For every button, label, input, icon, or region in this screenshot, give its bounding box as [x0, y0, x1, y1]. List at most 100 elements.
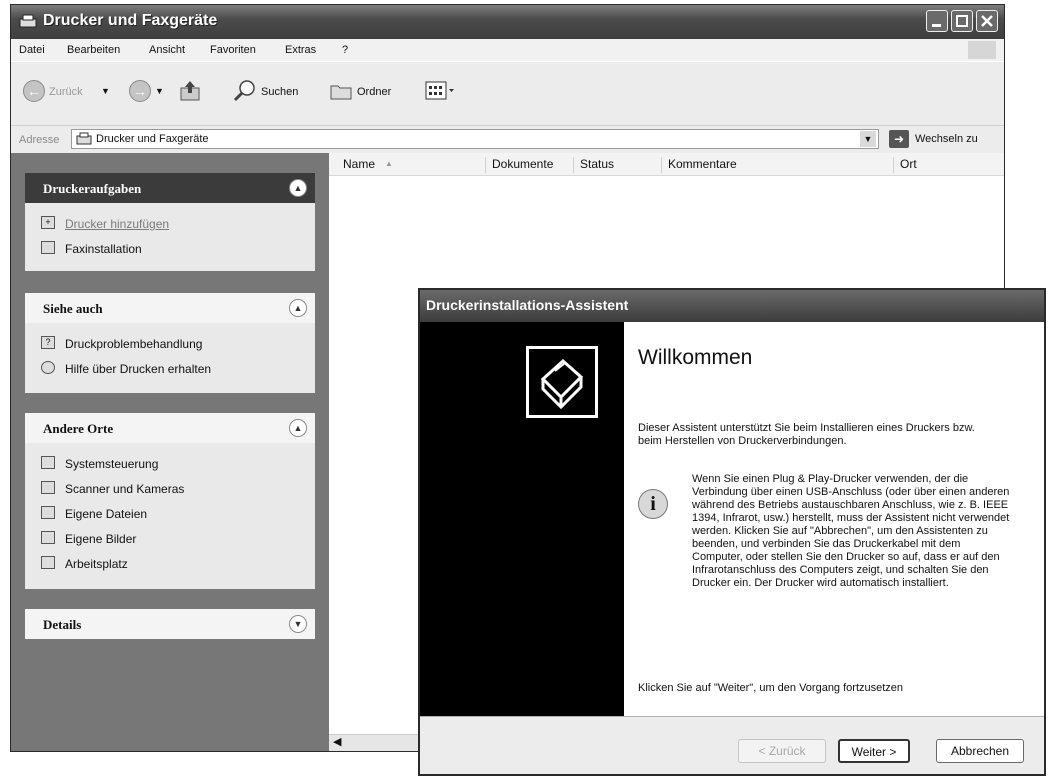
printer-wizard-dialog: Druckerinstallations-Assistent Willkomme…	[418, 288, 1046, 776]
menu-bar: Datei Bearbeiten Ansicht Favoriten Extra…	[11, 39, 1004, 61]
help-icon: ?	[41, 336, 55, 349]
place-my-pictures[interactable]: Eigene Bilder	[25, 526, 315, 551]
place-control-panel-label[interactable]: Systemsteuerung	[65, 457, 158, 471]
column-name[interactable]: Name	[337, 157, 375, 173]
cancel-button[interactable]: Abbrechen	[936, 739, 1024, 763]
forward-dropdown-icon[interactable]: ▼	[155, 86, 164, 96]
folders-icon	[330, 85, 352, 100]
task-troubleshoot[interactable]: ? Druckproblembehandlung	[25, 331, 315, 356]
other-places-title: Andere Orte	[43, 421, 114, 436]
control-panel-icon	[41, 456, 55, 469]
task-fax-setup-label[interactable]: Faxinstallation	[65, 242, 142, 256]
task-add-printer-label[interactable]: Drucker hinzufügen	[65, 217, 169, 231]
collapse-chevron-icon[interactable]: ▲	[289, 299, 307, 317]
back-arrow-icon[interactable]: ←	[23, 80, 45, 102]
collapse-chevron-icon[interactable]: ▲	[289, 419, 307, 437]
go-arrow-icon[interactable]: ➜	[889, 130, 909, 148]
details-header[interactable]: Details ▼	[25, 609, 315, 639]
back-dropdown-icon[interactable]: ▼	[101, 86, 110, 96]
see-also-header[interactable]: Siehe auch ▲	[25, 293, 315, 323]
back-button[interactable]: < Zurück	[738, 739, 826, 763]
menu-favoriten[interactable]: Favoriten	[210, 44, 256, 56]
wizard-info-text: Wenn Sie einen Plug & Play-Drucker verwe…	[692, 473, 1010, 589]
wizard-heading: Willkommen	[638, 346, 753, 369]
menu-bearbeiten[interactable]: Bearbeiten	[67, 44, 120, 56]
collapse-chevron-icon[interactable]: ▲	[289, 179, 307, 197]
task-add-printer[interactable]: + Drucker hinzufügen	[25, 211, 315, 236]
details-panel: Details ▼	[25, 609, 315, 639]
printer-folder-icon	[19, 14, 37, 28]
column-documents[interactable]: Dokumente	[485, 157, 553, 173]
wizard-banner	[420, 322, 624, 716]
place-my-pictures-label[interactable]: Eigene Bilder	[65, 532, 136, 546]
place-my-computer[interactable]: Arbeitsplatz	[25, 551, 315, 576]
place-my-documents-label[interactable]: Eigene Dateien	[65, 507, 147, 521]
wizard-button-bar: < Zurück Weiter > Abbrechen	[420, 716, 1044, 774]
expand-chevron-icon[interactable]: ▼	[289, 615, 307, 633]
wizard-intro-text: Dieser Assistent unterstützt Sie beim In…	[638, 422, 975, 447]
pictures-folder-icon	[41, 531, 55, 544]
menu-extras[interactable]: Extras	[285, 44, 316, 56]
folders-button[interactable]: Ordner	[357, 86, 391, 98]
maximize-icon	[956, 15, 968, 27]
details-title: Details	[43, 617, 82, 632]
fax-icon	[41, 241, 55, 254]
back-button-label[interactable]: Zurück	[49, 86, 83, 98]
other-places-header[interactable]: Andere Orte ▲	[25, 413, 315, 443]
chevron-down-icon[interactable]: ▼	[860, 131, 876, 147]
column-location[interactable]: Ort	[893, 157, 917, 173]
folder-up-icon[interactable]	[179, 79, 201, 103]
address-bar: Adresse Drucker und Faxgeräte ▼ ➜ Wechse…	[11, 125, 1004, 154]
task-troubleshoot-label[interactable]: Druckproblembehandlung	[65, 337, 202, 351]
place-scanners[interactable]: Scanner und Kameras	[25, 476, 315, 501]
printer-tasks-header[interactable]: Druckeraufgaben ▲	[25, 173, 315, 203]
printer-icon	[526, 346, 598, 418]
folder-icon	[41, 506, 55, 519]
column-status[interactable]: Status	[573, 157, 614, 173]
place-my-documents[interactable]: Eigene Dateien	[25, 501, 315, 526]
computer-icon	[41, 556, 55, 569]
minimize-icon	[932, 24, 941, 27]
task-pane: Druckeraufgaben ▲ + Drucker hinzufügen F…	[11, 153, 329, 751]
see-also-title: Siehe auch	[43, 301, 103, 316]
close-button[interactable]	[976, 10, 998, 32]
task-print-help-label[interactable]: Hilfe über Drucken erhalten	[65, 362, 211, 376]
scanner-icon	[41, 481, 55, 494]
wizard-continue-text: Klicken Sie auf "Weiter", um den Vorgang…	[638, 682, 904, 694]
address-field[interactable]: Drucker und Faxgeräte ▼	[71, 129, 879, 149]
wizard-titlebar[interactable]: Druckerinstallations-Assistent	[420, 290, 1044, 322]
printer-tasks-title: Druckeraufgaben	[43, 181, 142, 196]
search-icon	[233, 80, 255, 102]
place-my-computer-label[interactable]: Arbeitsplatz	[65, 557, 128, 571]
task-print-help[interactable]: Hilfe über Drucken erhalten	[25, 356, 315, 381]
maximize-button[interactable]	[951, 10, 973, 32]
search-button[interactable]: Suchen	[261, 86, 298, 98]
task-fax-setup[interactable]: Faxinstallation	[25, 236, 315, 261]
column-header: Name ▲ Dokumente Status Kommentare Ort	[329, 153, 1004, 176]
place-control-panel[interactable]: Systemsteuerung	[25, 451, 315, 476]
info-icon: i	[638, 489, 668, 519]
place-scanners-label[interactable]: Scanner und Kameras	[65, 482, 184, 496]
go-button[interactable]: Wechseln zu	[915, 133, 978, 145]
address-label: Adresse	[19, 134, 60, 146]
address-value: Drucker und Faxgeräte	[96, 133, 209, 145]
windows-logo-icon	[968, 41, 996, 59]
printer-tasks-panel: Druckeraufgaben ▲ + Drucker hinzufügen F…	[25, 173, 315, 271]
column-comments[interactable]: Kommentare	[661, 157, 737, 173]
menu-help[interactable]: ?	[342, 44, 348, 56]
window-titlebar[interactable]: Drucker und Faxgeräte	[11, 5, 1004, 39]
printer-folder-icon	[76, 132, 92, 145]
forward-arrow-icon[interactable]: →	[129, 80, 151, 102]
horizontal-scrollbar[interactable]: ◀	[329, 734, 429, 751]
wizard-content: Willkommen Dieser Assistent unterstützt …	[624, 322, 1044, 716]
wizard-title: Druckerinstallations-Assistent	[426, 297, 629, 313]
globe-icon	[41, 361, 55, 374]
other-places-panel: Andere Orte ▲ Systemsteuerung Scanner un…	[25, 413, 315, 589]
views-icon[interactable]	[425, 80, 455, 102]
minimize-button[interactable]	[926, 10, 948, 32]
next-button[interactable]: Weiter >	[838, 739, 910, 763]
scroll-left-icon[interactable]: ◀	[333, 735, 341, 748]
menu-ansicht[interactable]: Ansicht	[149, 44, 185, 56]
menu-datei[interactable]: Datei	[19, 44, 45, 56]
toolbar: ← Zurück ▼ → ▼ Suchen Ordner	[11, 61, 1004, 126]
